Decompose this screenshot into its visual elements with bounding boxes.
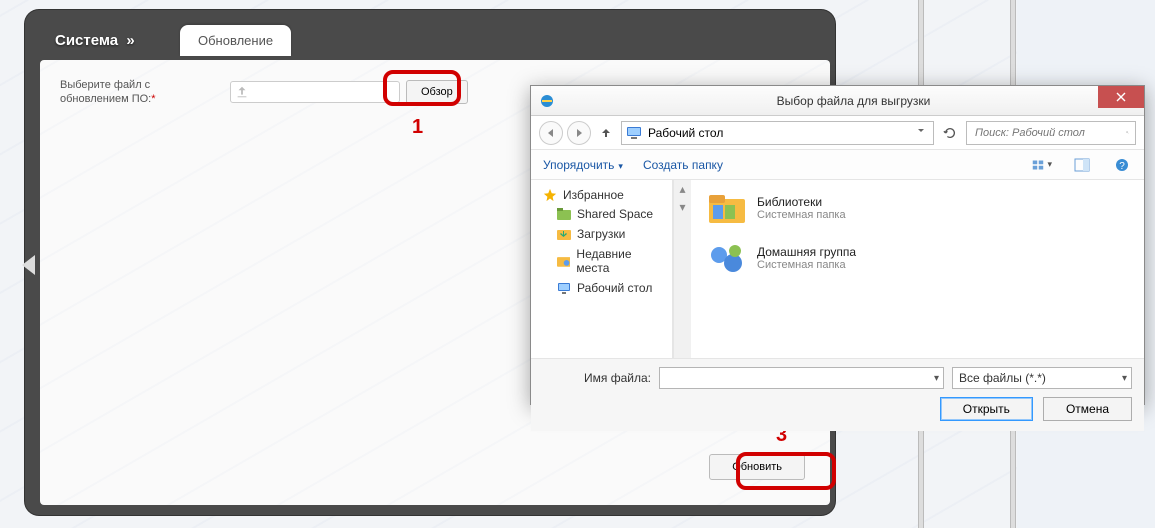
nav-up-button[interactable] — [595, 122, 617, 144]
breadcrumb-root[interactable]: Система — [55, 32, 118, 49]
tab-update[interactable]: Обновление — [180, 25, 291, 56]
ie-icon — [539, 93, 555, 109]
file-subtitle: Системная папка — [757, 209, 846, 221]
required-marker: * — [151, 93, 155, 105]
file-title: Домашняя группа — [757, 245, 856, 259]
search-icon — [1126, 126, 1129, 139]
view-options-button[interactable]: ▾ — [1032, 156, 1052, 174]
dialog-title: Выбор файла для выгрузки — [563, 94, 1144, 108]
close-icon — [1116, 92, 1126, 102]
open-button[interactable]: Открыть — [940, 397, 1033, 421]
chevron-down-icon: ▾ — [934, 373, 939, 384]
nav-back-button[interactable] — [539, 121, 563, 145]
scroll-down-button[interactable]: ▾ — [674, 198, 691, 216]
filename-label: Имя файла: — [543, 371, 651, 385]
cancel-button[interactable]: Отмена — [1043, 397, 1132, 421]
help-icon: ? — [1115, 158, 1129, 172]
file-item-homegroup[interactable]: Домашняя группа Системная папка — [707, 240, 1128, 276]
update-button[interactable]: Обновить — [709, 454, 805, 480]
nav-forward-button[interactable] — [567, 121, 591, 145]
dialog-toolbar: Упорядочить Создать папку ▾ ? — [531, 150, 1144, 180]
breadcrumb-arrow: » — [126, 32, 134, 49]
tree-favorites[interactable]: Избранное — [531, 186, 672, 204]
file-select-label: Выберите файл с обновлением ПО:* — [60, 78, 220, 107]
new-folder-button[interactable]: Создать папку — [643, 158, 723, 172]
file-open-dialog: Выбор файла для выгрузки Рабочий стол — [530, 85, 1145, 405]
tree-item-shared-space[interactable]: Shared Space — [531, 204, 672, 224]
file-title: Библиотеки — [757, 195, 846, 209]
libraries-icon — [707, 191, 747, 225]
desktop-small-icon — [557, 282, 571, 294]
address-dropdown[interactable] — [913, 127, 929, 138]
search-box[interactable] — [966, 121, 1136, 145]
filetype-combo[interactable]: Все файлы (*.*) ▾ — [952, 367, 1132, 389]
arrow-left-icon — [546, 128, 556, 138]
preview-pane-button[interactable] — [1072, 156, 1092, 174]
svg-text:?: ? — [1119, 161, 1125, 172]
firmware-file-input[interactable] — [230, 81, 400, 103]
preview-icon — [1074, 158, 1090, 172]
folder-share-icon — [557, 208, 571, 220]
address-text: Рабочий стол — [648, 126, 723, 140]
annotation-number-1: 1 — [412, 116, 423, 139]
dialog-bottom: Имя файла: ▾ Все файлы (*.*) ▾ Открыть О… — [531, 358, 1144, 431]
recent-icon — [557, 255, 570, 267]
tree-scrollbar[interactable]: ▴ ▾ — [673, 180, 691, 358]
scroll-up-button[interactable]: ▴ — [674, 180, 691, 198]
desktop-icon — [626, 126, 642, 140]
arrow-up-icon — [600, 127, 612, 139]
breadcrumb: Система » — [55, 32, 139, 49]
file-list[interactable]: Библиотеки Системная папка Домашняя груп… — [691, 180, 1144, 358]
star-icon — [543, 188, 557, 202]
filetype-value: Все файлы (*.*) — [959, 371, 1046, 385]
close-button[interactable] — [1098, 86, 1144, 108]
file-subtitle: Системная папка — [757, 259, 856, 271]
refresh-icon — [943, 126, 957, 140]
address-bar[interactable]: Рабочий стол — [621, 121, 934, 145]
chevron-down-icon: ▾ — [1122, 373, 1127, 384]
tree-item-recent[interactable]: Недавние места — [531, 244, 672, 278]
upload-icon — [235, 85, 249, 99]
file-item-libraries[interactable]: Библиотеки Системная папка — [707, 190, 1128, 226]
organize-menu[interactable]: Упорядочить — [543, 158, 623, 172]
refresh-button[interactable] — [938, 121, 962, 145]
chevron-down-icon — [917, 127, 925, 135]
tree-item-desktop[interactable]: Рабочий стол — [531, 278, 672, 298]
view-icon — [1032, 158, 1045, 172]
navigation-tree[interactable]: Избранное Shared Space Загрузки Недавние… — [531, 180, 673, 358]
homegroup-icon — [707, 241, 747, 275]
help-button[interactable]: ? — [1112, 156, 1132, 174]
browse-button[interactable]: Обзор — [406, 80, 468, 104]
filename-combo[interactable]: ▾ — [659, 367, 944, 389]
dialog-nav: Рабочий стол — [531, 116, 1144, 150]
expand-sidebar-arrow[interactable] — [22, 255, 35, 275]
downloads-icon — [557, 228, 571, 240]
search-input[interactable] — [973, 126, 1120, 140]
arrow-right-icon — [574, 128, 584, 138]
tree-item-downloads[interactable]: Загрузки — [531, 224, 672, 244]
dialog-titlebar[interactable]: Выбор файла для выгрузки — [531, 86, 1144, 116]
